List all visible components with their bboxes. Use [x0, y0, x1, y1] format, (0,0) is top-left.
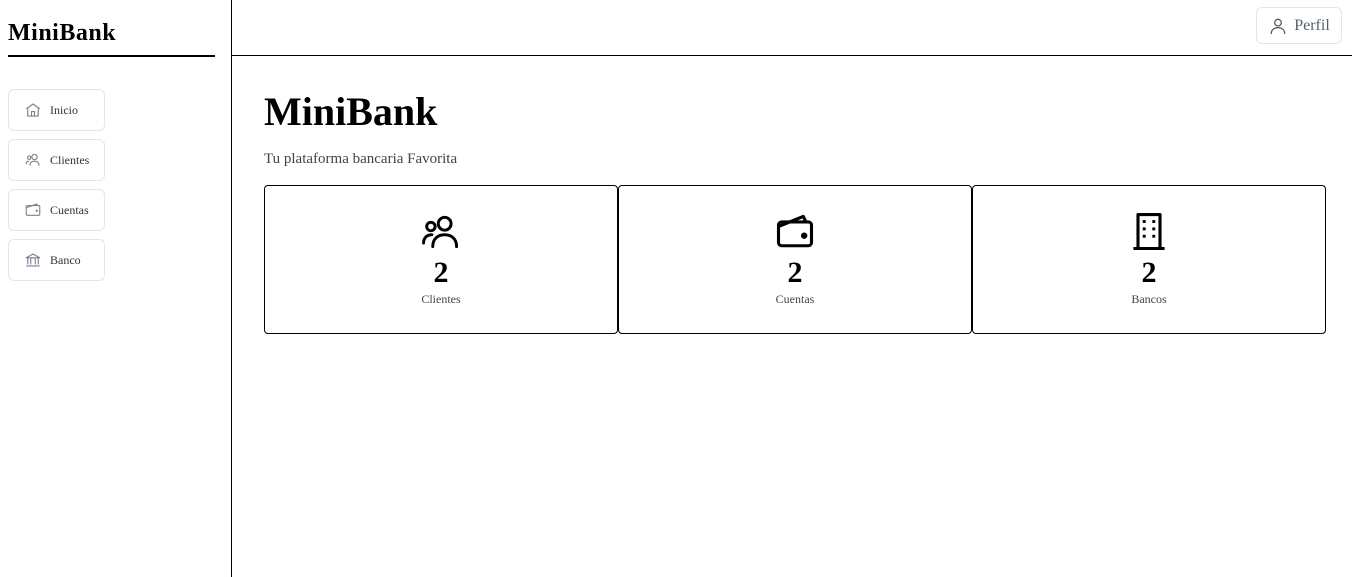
main-content: MiniBank Tu plataforma bancaria Favorita… — [264, 88, 1326, 334]
sidebar-brand: MiniBank — [8, 18, 215, 57]
page-title: MiniBank — [264, 89, 438, 134]
sidebar-item-inicio[interactable]: Inicio — [8, 89, 105, 131]
profile-button[interactable]: Perfil — [1256, 7, 1342, 44]
stat-value: 2 — [787, 256, 803, 289]
sidebar: MiniBank Inicio Clientes Cuentas Banco — [0, 0, 232, 577]
sidebar-item-label: Inicio — [50, 102, 78, 117]
sidebar-item-label: Cuentas — [50, 202, 89, 217]
wallet-icon — [24, 201, 42, 219]
stat-label: Bancos — [1131, 292, 1167, 306]
sidebar-item-label: Banco — [50, 252, 81, 267]
app-root: MiniBank Inicio Clientes Cuentas Banco P… — [0, 0, 1352, 577]
top-header: Perfil — [232, 0, 1352, 56]
stat-label: Clientes — [421, 292, 461, 306]
building-icon — [1127, 210, 1171, 254]
users-icon — [419, 210, 463, 254]
home-icon — [24, 101, 42, 119]
stat-label: Cuentas — [775, 292, 815, 306]
user-icon — [1268, 16, 1288, 36]
page-subtitle: Tu plataforma bancaria Favorita — [264, 151, 458, 167]
sidebar-item-clientes[interactable]: Clientes — [8, 139, 105, 181]
sidebar-item-label: Clientes — [50, 152, 90, 167]
stat-card-bancos: 2 Bancos — [972, 185, 1326, 334]
sidebar-item-cuentas[interactable]: Cuentas — [8, 189, 105, 231]
sidebar-nav: Inicio Clientes Cuentas Banco — [8, 89, 105, 289]
stat-value: 2 — [1141, 256, 1157, 289]
bank-icon — [24, 251, 42, 269]
stat-card-clientes: 2 Clientes — [264, 185, 618, 334]
stat-value: 2 — [433, 256, 449, 289]
users-icon — [24, 151, 42, 169]
stats-cards: 2 Clientes 2 Cuentas 2 Bancos — [264, 185, 1326, 334]
sidebar-item-banco[interactable]: Banco — [8, 239, 105, 281]
wallet-icon — [773, 210, 817, 254]
stat-card-cuentas: 2 Cuentas — [618, 185, 972, 334]
profile-button-label: Perfil — [1294, 16, 1330, 34]
